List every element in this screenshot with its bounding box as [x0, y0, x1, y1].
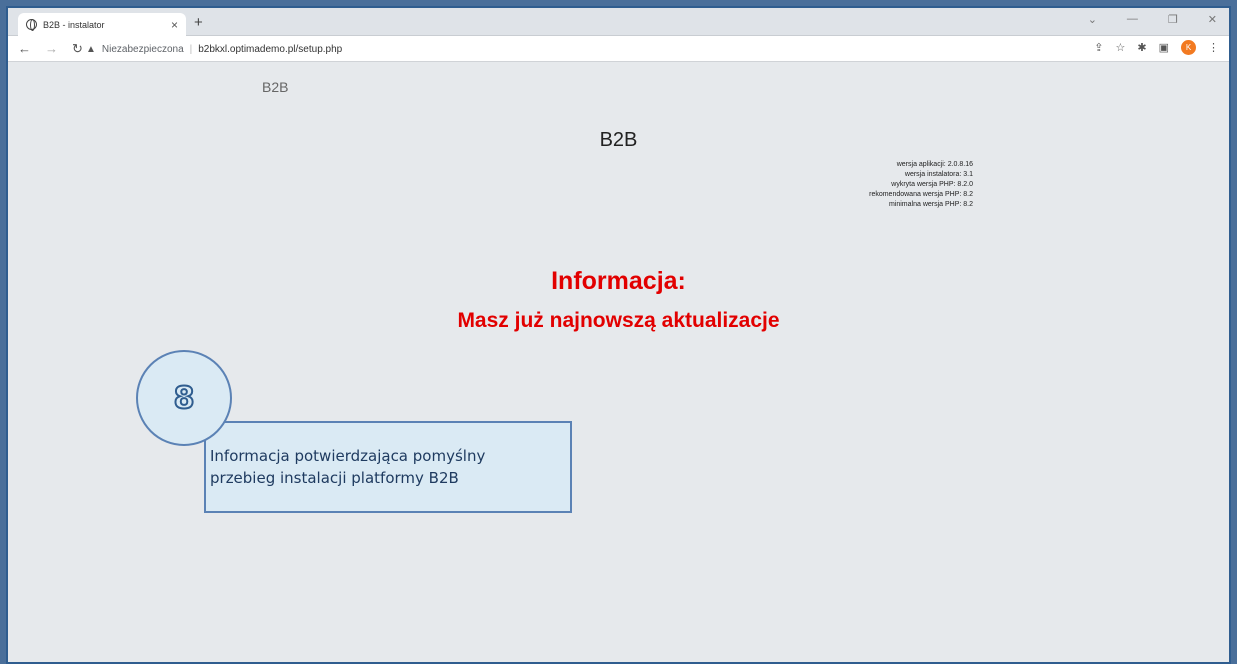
share-icon[interactable]: ⇪	[1094, 41, 1103, 54]
minimize-button[interactable]: —	[1127, 13, 1138, 26]
restore-button[interactable]: ❐	[1168, 13, 1178, 26]
forward-icon[interactable]: →	[45, 41, 58, 57]
extensions-icon[interactable]: ✱	[1137, 41, 1146, 54]
browser-tab[interactable]: B2B - instalator ×	[18, 13, 186, 36]
tab-title: B2B - instalator	[43, 19, 105, 30]
callout-text-line1: Informacja potwierdzająca pomyślny	[210, 447, 486, 465]
bookmark-star-icon[interactable]: ☆	[1116, 41, 1126, 54]
info-title: Informacja:	[551, 267, 686, 295]
profile-avatar[interactable]: K	[1181, 40, 1196, 55]
window-controls: ⌄ — ❐ ✕	[1088, 13, 1217, 26]
callout-text-line2: przebieg instalacji platformy B2B	[210, 469, 459, 487]
info-message: Masz już najnowszą aktualizacje	[457, 309, 780, 332]
callout-box: Informacja potwierdzająca pomyślny przeb…	[204, 421, 572, 513]
screenshot-frame: B2B - instalator × + ⌄ — ❐ ✕ ← → ↻ ▲ Nie…	[6, 6, 1231, 664]
version-php-recommended: rekomendowana wersja PHP: 8.2	[869, 191, 973, 198]
address-bar[interactable]: ▲ Niezabezpieczona | b2bkxl.optimademo.p…	[86, 39, 1086, 59]
globe-icon	[26, 19, 37, 31]
side-panel-icon[interactable]: ▣	[1159, 41, 1169, 54]
tab-strip: B2B - instalator × + ⌄ — ❐ ✕	[8, 8, 1229, 36]
address-toolbar: ← → ↻ ▲ Niezabezpieczona | b2bkxl.optima…	[8, 36, 1229, 62]
version-info: wersja aplikacji: 2.0.8.16 wersja instal…	[869, 160, 973, 210]
url-text[interactable]: b2bkxl.optimademo.pl/setup.php	[198, 44, 342, 55]
close-window-button[interactable]: ✕	[1208, 13, 1217, 26]
navigation-buttons: ← → ↻	[8, 41, 83, 57]
back-icon[interactable]: ←	[18, 41, 31, 57]
version-app: wersja aplikacji: 2.0.8.16	[896, 161, 973, 168]
callout-step-badge: 8	[136, 350, 232, 446]
toolbar-actions: ⇪ ☆ ✱ ▣ K ⋮	[1094, 40, 1219, 55]
page-heading: B2B	[599, 129, 638, 151]
url-separator: |	[189, 43, 193, 55]
tab-close-button[interactable]: ×	[171, 18, 178, 32]
logo-text: B2B	[262, 79, 289, 95]
new-tab-button[interactable]: +	[194, 14, 203, 31]
warning-icon[interactable]: ▲	[86, 44, 96, 55]
version-php-detected: wykryta wersja PHP: 8.2.0	[891, 181, 973, 188]
callout-step-number: 8	[173, 380, 196, 417]
version-installer: wersja instalatora: 3.1	[904, 171, 973, 178]
security-label[interactable]: Niezabezpieczona	[102, 44, 184, 55]
version-php-minimum: minimalna wersja PHP: 8.2	[888, 201, 973, 208]
reload-icon[interactable]: ↻	[72, 41, 83, 57]
menu-icon[interactable]: ⋮	[1208, 41, 1219, 54]
tab-search-icon[interactable]: ⌄	[1088, 13, 1097, 26]
